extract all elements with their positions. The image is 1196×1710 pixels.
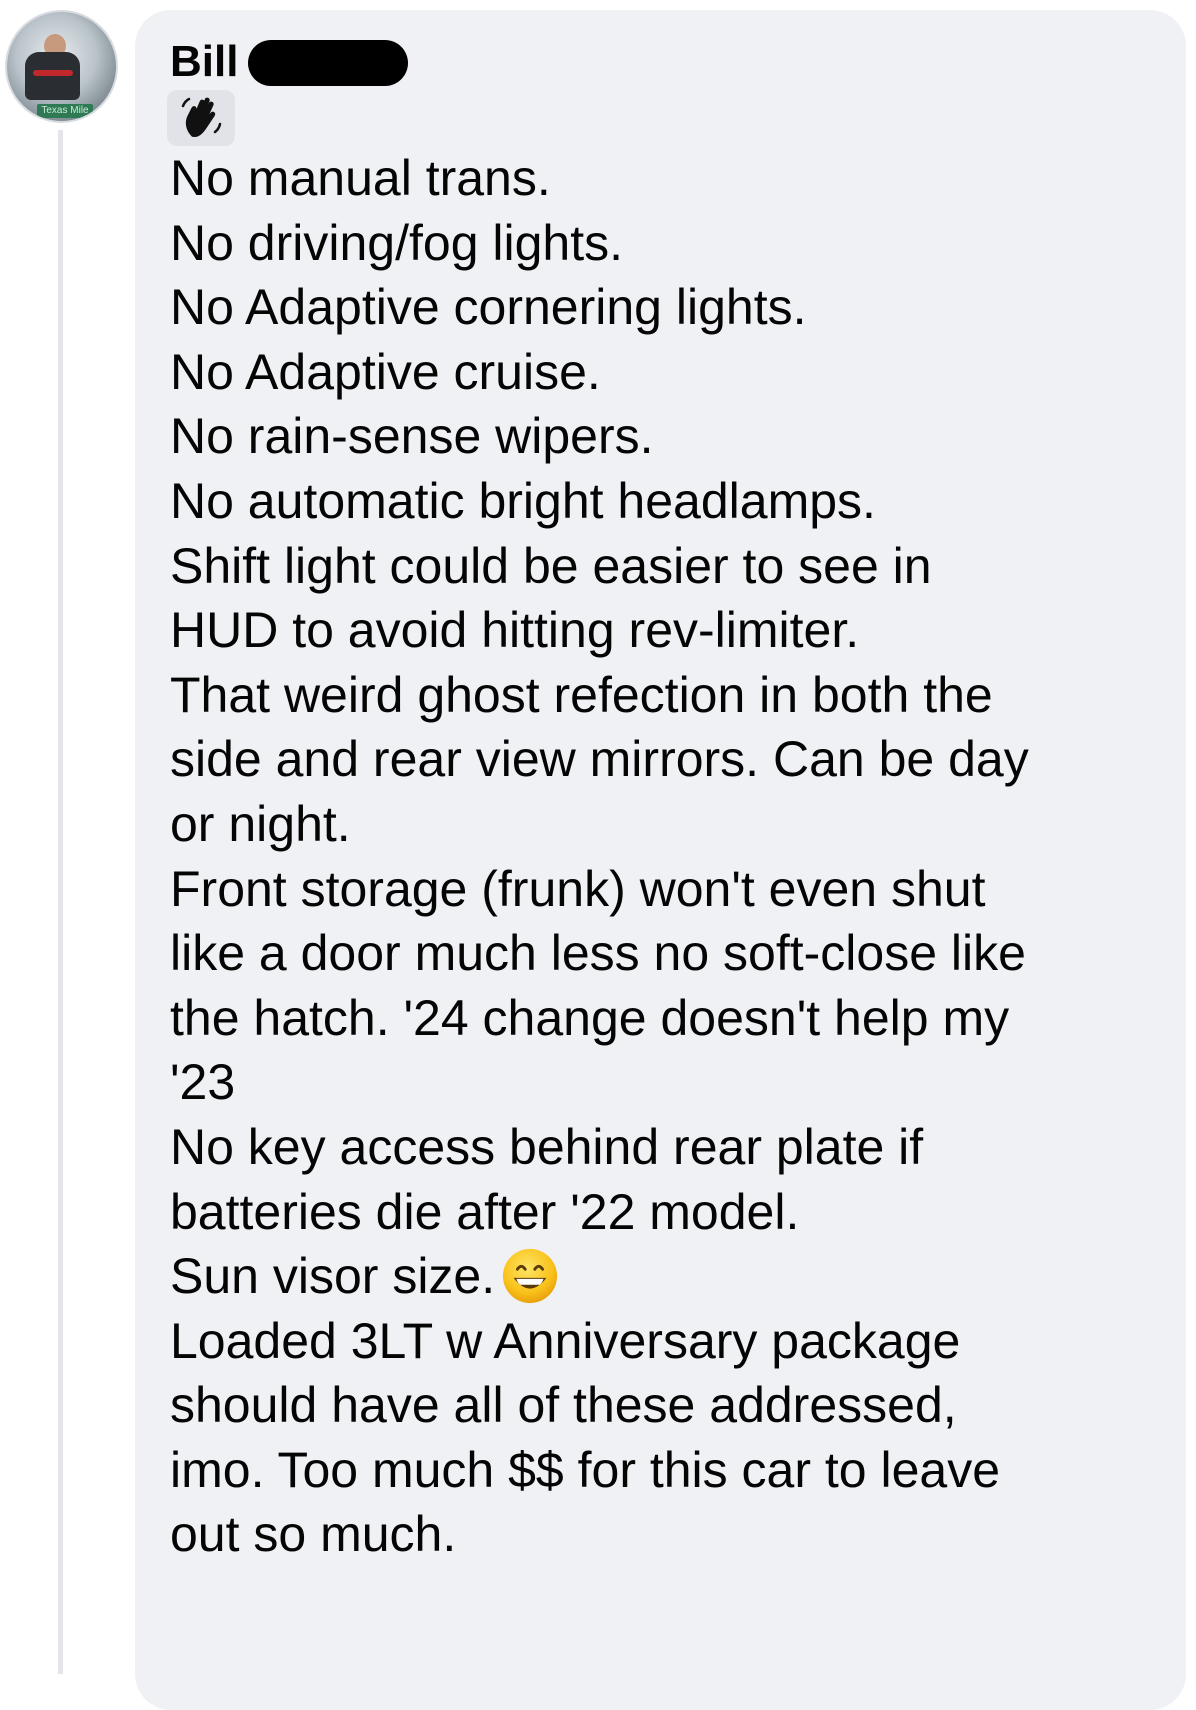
comment-line: should have all of these addressed, [170,1377,957,1434]
comment-line: imo. Too much $$ for this car to leave [170,1441,1001,1498]
comment-line: like a door much less no soft-close like [170,925,1026,982]
avatar-seat-stripe [33,70,73,76]
comment-line: No manual trans. [170,150,551,206]
author-name[interactable]: Bill [170,36,238,88]
comment-line-with-emoji: Sun visor size. [170,1244,1150,1309]
comment-line: No rain-sense wipers. [170,408,654,465]
waving-hand-icon [167,90,235,146]
comment-line: HUD to avoid hitting rev-limiter. [170,602,860,659]
avatar-tag: Texas Mile [37,104,93,118]
comment-line: or night. [170,795,351,852]
comment-line: Loaded 3LT w Anniversary package [170,1312,961,1369]
comment-line: out so much. [170,1506,457,1563]
comment-line: batteries die after '22 model. [170,1183,800,1240]
comment-line: No driving/fog lights. [170,214,624,271]
thread-line [58,130,63,1674]
comment-line: No Adaptive cruise. [170,343,601,400]
avatar[interactable]: Texas Mile [5,10,118,123]
comment-line: Front storage (frunk) won't even shut [170,860,986,917]
redacted-surname [248,40,408,86]
comment-line: '23 [170,1054,236,1111]
avatar-seat [25,52,80,100]
comment-line: No Adaptive cornering lights. [170,279,807,336]
comment-text: No manual trans. No driving/fog lights. … [170,146,1150,1567]
grinning-face-icon [503,1249,558,1304]
comment-line: No key access behind rear plate if [170,1118,924,1175]
comment-line: the hatch. '24 change doesn't help my [170,989,1010,1046]
comment-line: No automatic bright headlamps. [170,472,876,529]
comment-line: Shift light could be easier to see in [170,537,932,594]
comment-line: side and rear view mirrors. Can be day [170,731,1029,788]
comment-line: Sun visor size. [170,1248,496,1305]
comment-line: That weird ghost refection in both the [170,666,993,723]
